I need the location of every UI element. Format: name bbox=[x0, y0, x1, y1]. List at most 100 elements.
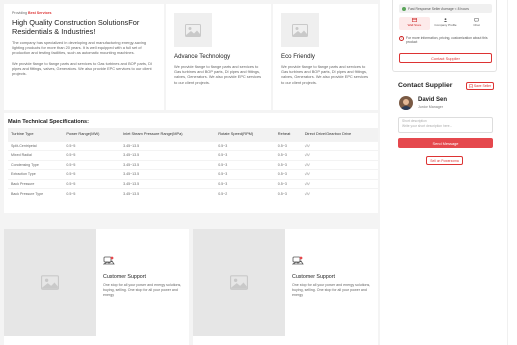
table-cell: 0.5~3 bbox=[215, 178, 275, 189]
table-cell: 3.45~13.5 bbox=[120, 140, 216, 151]
specifications-heading: Main Technical Specifications: bbox=[8, 119, 90, 125]
feature-description: We provide flange to flange parts and se… bbox=[174, 64, 262, 85]
providing-highlight: Best Services bbox=[27, 11, 52, 15]
customer-support-icon bbox=[291, 256, 304, 265]
table-cell: √/√ bbox=[301, 188, 378, 198]
feature-title: Eco Friendly bbox=[281, 53, 315, 60]
avatar-shirt bbox=[400, 106, 412, 110]
table-cell: 0.5~3 bbox=[274, 159, 302, 170]
avatar bbox=[399, 96, 413, 110]
column-header: Direct Drive/Gearbox Drive bbox=[301, 128, 378, 141]
save-seller-button[interactable]: Save Seller bbox=[466, 82, 494, 90]
support-card-body: Customer Support One stop for all your p… bbox=[291, 253, 378, 297]
table-cell: Extraction Type bbox=[8, 169, 64, 179]
profile-icon bbox=[443, 18, 448, 22]
table-cell: Split-Centripetal bbox=[8, 140, 64, 151]
support-cards: Customer Support One stop for all your p… bbox=[4, 229, 378, 345]
table-cell: 3.45~13.5 bbox=[120, 178, 216, 189]
table-row: Back Pressure Type 0.5~5 3.45~13.5 0.5~2… bbox=[8, 188, 378, 198]
customer-support-icon bbox=[102, 256, 115, 265]
support-card-title: Customer Support bbox=[292, 274, 335, 280]
support-card-description: One stop for all your power and energy s… bbox=[292, 283, 371, 297]
hero-panel: Providing Best Services High Quality Con… bbox=[4, 4, 164, 110]
table-cell: 0.5~2 bbox=[215, 188, 275, 198]
feature-title: Advance Technology bbox=[174, 53, 231, 60]
hero-description-2: We provide flange to flange parts and se… bbox=[12, 60, 152, 77]
sell-on-powerzoma-button[interactable]: Sell on Powerzoma bbox=[426, 156, 463, 165]
feature-description: We provide flange to flange parts and se… bbox=[281, 64, 369, 85]
response-dot-icon bbox=[402, 6, 406, 11]
table-cell: 0.5~3 bbox=[274, 150, 302, 160]
supplier-tabs: Wall Store Company Profile Chat bbox=[399, 17, 492, 30]
tab-company-profile[interactable]: Company Profile bbox=[430, 17, 461, 30]
table-cell: √/√ bbox=[301, 169, 378, 179]
table-cell: 0.5~5 bbox=[63, 150, 121, 160]
table-cell: √/√ bbox=[301, 159, 378, 170]
avatar-face bbox=[403, 99, 409, 105]
table-cell: 0.5~3 bbox=[274, 169, 302, 179]
image-placeholder-icon bbox=[193, 229, 285, 336]
table-cell: √/√ bbox=[301, 150, 378, 160]
send-message-button[interactable]: Send Message bbox=[398, 138, 493, 148]
save-seller-label: Save Seller bbox=[473, 84, 492, 88]
table-cell: 0.5~3 bbox=[274, 140, 302, 151]
info-note: i For more information, pricing, customi… bbox=[399, 36, 492, 45]
specifications-table: Turbine Type Power Range(MW) Inlet Steam… bbox=[8, 128, 378, 198]
contact-supplier-title: Contact Supplier bbox=[398, 82, 453, 89]
response-text: Fast Response Seller Average < 8 hours bbox=[408, 6, 469, 11]
column-header: Turbine Type bbox=[8, 128, 64, 141]
support-card-description: One stop for all your power and energy s… bbox=[103, 283, 182, 297]
sidebar: Fast Response Seller Average < 8 hours W… bbox=[392, 0, 517, 345]
table-cell: 0.5~3 bbox=[274, 178, 302, 189]
table-cell: 3.45~13.5 bbox=[120, 150, 216, 160]
message-placeholder: Write your short description here... bbox=[402, 123, 453, 128]
store-icon bbox=[412, 18, 417, 22]
column-header: Power Range(MW) bbox=[63, 128, 121, 141]
table-cell: 3.45~13.5 bbox=[120, 169, 216, 179]
tab-chat[interactable]: Chat bbox=[461, 17, 492, 30]
column-header: Reheat bbox=[274, 128, 302, 141]
table-cell: 0.5~3 bbox=[215, 159, 275, 170]
table-cell: 0.5~5 bbox=[63, 140, 121, 151]
table-row: Condensing Type 0.5~5 3.45~13.5 0.5~3 0.… bbox=[8, 159, 378, 170]
support-card: Customer Support One stop for all your p… bbox=[193, 229, 378, 345]
table-cell: Mixed Radial bbox=[8, 150, 64, 160]
supplier-card: Fast Response Seller Average < 8 hours W… bbox=[392, 0, 497, 72]
intro-panels: Providing Best Services High Quality Con… bbox=[4, 4, 378, 110]
support-card-title: Customer Support bbox=[103, 274, 146, 280]
info-note-text: For more information, pricing, customiza… bbox=[406, 36, 488, 45]
image-placeholder-icon bbox=[4, 229, 96, 336]
table-row: Back Pressure 0.5~5 3.45~13.5 0.5~3 0.5~… bbox=[8, 178, 378, 189]
chat-icon bbox=[474, 18, 479, 22]
tab-label: Chat bbox=[473, 23, 480, 27]
table-cell: √/√ bbox=[301, 140, 378, 151]
main-content: Providing Best Services High Quality Con… bbox=[0, 0, 380, 345]
table-cell: Condensing Type bbox=[8, 159, 64, 170]
image-placeholder-icon bbox=[174, 13, 212, 47]
table-cell: 0.5~5 bbox=[63, 169, 121, 179]
sidebar-divider bbox=[507, 0, 508, 345]
column-header: Inlet Steam Pressure Range(MPa) bbox=[120, 128, 216, 141]
save-icon bbox=[469, 84, 473, 88]
table-cell: 0.5~5 bbox=[63, 159, 121, 170]
table-header-row: Turbine Type Power Range(MW) Inlet Steam… bbox=[8, 128, 378, 141]
contact-supplier-button[interactable]: Contact Supplier bbox=[399, 53, 492, 63]
table-cell: 0.5~5 bbox=[63, 178, 121, 189]
feature-card: Eco Friendly We provide flange to flange… bbox=[273, 4, 378, 110]
table-cell: 3.45~13.5 bbox=[120, 159, 216, 170]
table-row: Mixed Radial 0.5~5 3.45~13.5 0.5~3 0.5~3… bbox=[8, 150, 378, 160]
providing-line: Providing Best Services bbox=[12, 11, 158, 15]
table-cell: Back Pressure Type bbox=[8, 188, 64, 198]
message-textarea[interactable]: Short description Write your short descr… bbox=[398, 117, 493, 133]
table-row: Split-Centripetal 0.5~5 3.45~13.5 0.5~3 … bbox=[8, 140, 378, 151]
tab-wall-store[interactable]: Wall Store bbox=[399, 17, 430, 30]
info-icon: i bbox=[399, 36, 404, 41]
table-cell: 0.5~3 bbox=[215, 169, 275, 179]
hero-title: High Quality Construction SolutionsFor R… bbox=[12, 18, 140, 36]
hero-description: The company has specialized in developin… bbox=[12, 40, 147, 56]
support-card: Customer Support One stop for all your p… bbox=[4, 229, 189, 345]
table-cell: 0.5~5 bbox=[63, 188, 121, 198]
tab-label: Company Profile bbox=[434, 23, 457, 27]
rep-name: David Sen bbox=[418, 97, 448, 103]
table-row: Extraction Type 0.5~5 3.45~13.5 0.5~3 0.… bbox=[8, 169, 378, 179]
